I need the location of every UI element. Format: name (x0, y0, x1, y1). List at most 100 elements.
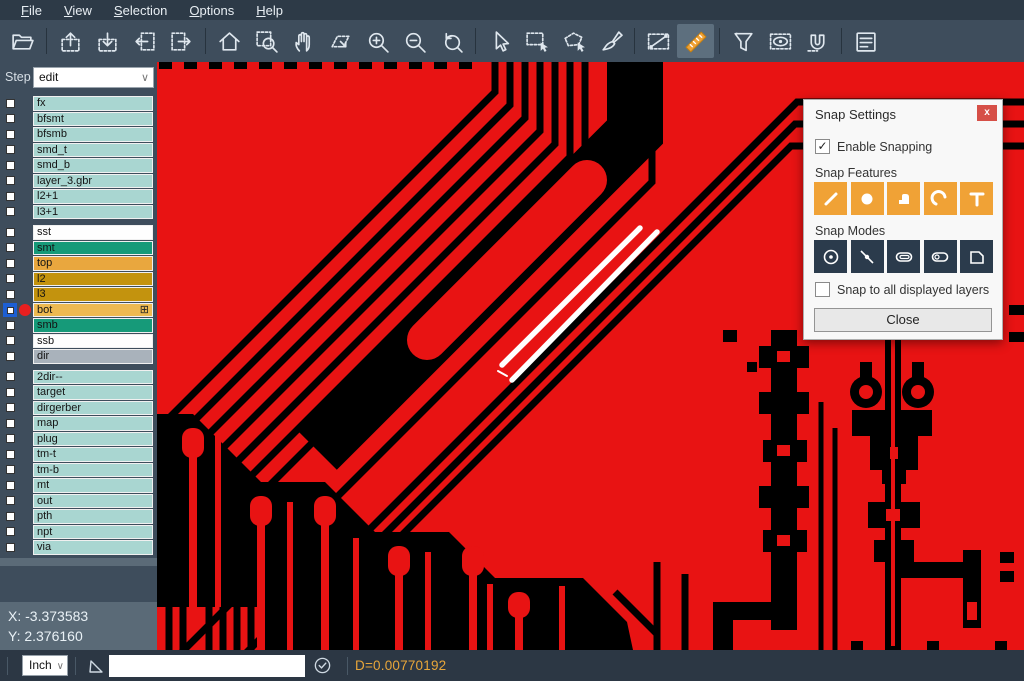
layer-name[interactable]: bot⊞ (33, 303, 153, 318)
all-layers-checkbox[interactable] (815, 282, 830, 297)
layer-visibility-checkbox[interactable] (6, 481, 15, 490)
layer-row-bfsmt[interactable]: bfsmt (0, 112, 157, 128)
menu-help[interactable]: Help (245, 3, 294, 18)
layer-name[interactable]: pth (33, 509, 153, 524)
layer-visibility-checkbox[interactable] (6, 274, 15, 283)
layer-name[interactable]: target (33, 385, 153, 400)
zoom-polygon-button[interactable] (322, 24, 359, 58)
layer-name[interactable]: map (33, 416, 153, 431)
layer-name[interactable]: mt (33, 478, 153, 493)
select-polygon-button[interactable] (555, 24, 592, 58)
layer-table-button[interactable] (847, 24, 884, 58)
layer-visibility-checkbox[interactable] (6, 434, 15, 443)
layer-name[interactable]: smb (33, 318, 153, 333)
layer-name[interactable]: smd_b (33, 158, 153, 173)
layer-row-bot[interactable]: bot⊞ (0, 303, 157, 319)
layer-name[interactable]: 2dir-- (33, 370, 153, 385)
layer-visibility-checkbox[interactable] (6, 130, 15, 139)
measure-line-button[interactable] (640, 24, 677, 58)
menu-selection[interactable]: Selection (103, 3, 178, 18)
layer-name[interactable]: bfsmb (33, 127, 153, 142)
layer-visibility-checkbox[interactable] (6, 543, 15, 552)
layer-row-mt[interactable]: mt (0, 478, 157, 494)
layer-name[interactable]: tm-b (33, 463, 153, 478)
layer-visibility-checkbox[interactable] (6, 465, 15, 474)
menu-file[interactable]: File (10, 3, 53, 18)
layer-name[interactable]: l3 (33, 287, 153, 302)
layer-visibility-checkbox[interactable] (6, 419, 15, 428)
grid-icon[interactable]: ⊞ (140, 304, 149, 316)
layer-visibility-checkbox[interactable] (6, 512, 15, 521)
layer-row-target[interactable]: target (0, 385, 157, 401)
menu-options[interactable]: Options (178, 3, 245, 18)
import-down-button[interactable] (89, 24, 126, 58)
layer-row-map[interactable]: map (0, 416, 157, 432)
layer-visibility-checkbox[interactable] (6, 176, 15, 185)
layer-visibility-checkbox[interactable] (6, 259, 15, 268)
zoom-previous-button[interactable] (433, 24, 470, 58)
zoom-window-button[interactable] (248, 24, 285, 58)
command-input[interactable] (109, 655, 305, 677)
import-up-button[interactable] (52, 24, 89, 58)
layer-name[interactable]: plug (33, 432, 153, 447)
layer-name[interactable]: layer_3.gbr (33, 174, 153, 189)
layer-row-2dir--[interactable]: 2dir-- (0, 370, 157, 386)
layer-visibility-checkbox[interactable] (3, 303, 17, 317)
close-icon[interactable]: x (977, 105, 997, 121)
step-select[interactable]: edit ∨ (33, 67, 154, 88)
snap-magnet-button[interactable] (799, 24, 836, 58)
layer-visibility-checkbox[interactable] (6, 372, 15, 381)
layer-row-smd_b[interactable]: smd_b (0, 158, 157, 174)
layer-row-l3[interactable]: l3 (0, 287, 157, 303)
layer-name[interactable]: top (33, 256, 153, 271)
open-file-button[interactable] (4, 24, 41, 58)
zoom-out-button[interactable] (396, 24, 433, 58)
snap-text-button[interactable] (960, 182, 993, 215)
layer-name[interactable]: smd_t (33, 143, 153, 158)
angle-mode-icon[interactable] (86, 656, 106, 676)
layer-visibility-checkbox[interactable] (6, 290, 15, 299)
layer-name[interactable]: via (33, 540, 153, 555)
layer-visibility-checkbox[interactable] (6, 336, 15, 345)
layer-visibility-checkbox[interactable] (6, 352, 15, 361)
layer-visibility-checkbox[interactable] (6, 403, 15, 412)
layer-row-tm-t[interactable]: tm-t (0, 447, 157, 463)
layer-visibility-checkbox[interactable] (6, 496, 15, 505)
layer-row-smd_t[interactable]: smd_t (0, 143, 157, 159)
layer-name[interactable]: l2+1 (33, 189, 153, 204)
layer-name[interactable]: dirgerber (33, 401, 153, 416)
layer-name[interactable]: dir (33, 349, 153, 364)
layer-visibility-checkbox[interactable] (6, 243, 15, 252)
menu-view[interactable]: View (53, 3, 103, 18)
layer-name[interactable]: l3+1 (33, 205, 153, 220)
brush-button[interactable] (592, 24, 629, 58)
snap-slot-center-button[interactable] (924, 240, 957, 273)
zoom-home-button[interactable] (211, 24, 248, 58)
zoom-in-button[interactable] (359, 24, 396, 58)
layer-row-l3+1[interactable]: l3+1 (0, 205, 157, 221)
layer-row-l2+1[interactable]: l2+1 (0, 189, 157, 205)
layer-name[interactable]: fx (33, 96, 153, 111)
dialog-titlebar[interactable]: Snap Settings x (804, 100, 1002, 126)
layer-name[interactable]: bfsmt (33, 112, 153, 127)
layer-row-smt[interactable]: smt (0, 241, 157, 257)
measure-ruler-button[interactable] (677, 24, 714, 58)
layer-row-via[interactable]: via (0, 540, 157, 556)
layer-visibility-checkbox[interactable] (6, 145, 15, 154)
layer-name[interactable]: l2 (33, 272, 153, 287)
layer-visibility-checkbox[interactable] (6, 192, 15, 201)
layer-row-fx[interactable]: fx (0, 96, 157, 112)
import-right-button[interactable] (163, 24, 200, 58)
layer-visibility-checkbox[interactable] (6, 207, 15, 216)
unit-select[interactable]: Inch ∨ (22, 655, 68, 676)
snap-line-button[interactable] (814, 182, 847, 215)
snap-arc-button[interactable] (924, 182, 957, 215)
layer-visibility-checkbox[interactable] (6, 161, 15, 170)
snap-center-button[interactable] (814, 240, 847, 273)
layer-visibility-checkbox[interactable] (6, 527, 15, 536)
layer-name[interactable]: npt (33, 525, 153, 540)
layer-row-bfsmb[interactable]: bfsmb (0, 127, 157, 143)
layer-visibility-checkbox[interactable] (6, 114, 15, 123)
layer-row-ssb[interactable]: ssb (0, 334, 157, 350)
select-rectangle-button[interactable] (518, 24, 555, 58)
